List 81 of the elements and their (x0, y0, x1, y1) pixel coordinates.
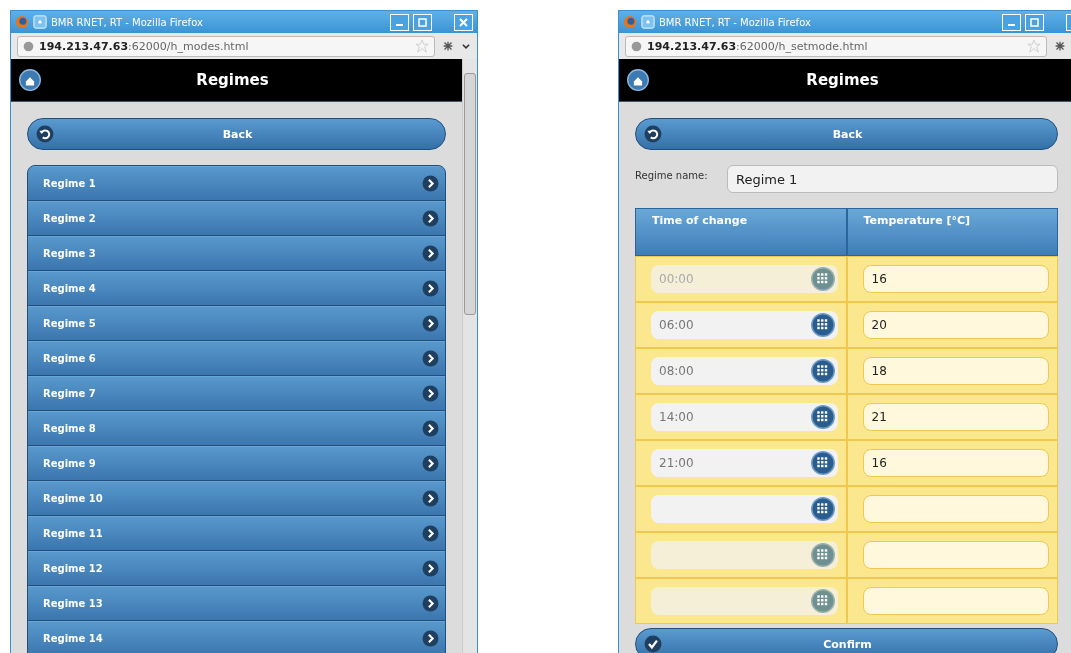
regime-item[interactable]: Regime 12 (28, 551, 445, 586)
regime-item[interactable]: Regime 4 (28, 271, 445, 306)
temperature-field[interactable]: 16 (862, 449, 1049, 477)
time-field[interactable]: 06:00 (651, 311, 838, 339)
minimize-icon (1008, 24, 1015, 26)
close-icon (459, 17, 468, 27)
window-title: BMR RNET, RT - Mozilla Firefox (659, 16, 812, 28)
grid-icon (810, 267, 835, 291)
window-title: BMR RNET, RT - Mozilla Firefox (51, 16, 204, 28)
chevron-right-icon (422, 385, 439, 402)
regime-item[interactable]: Regime 3 (28, 236, 445, 271)
field-label: Regime name: (635, 169, 709, 181)
regime-item[interactable]: Regime 1 (28, 166, 445, 201)
star-icon (1027, 39, 1041, 53)
maximize-icon (418, 17, 427, 27)
regime-item[interactable]: Regime 8 (28, 411, 445, 446)
chevron-right-icon (422, 210, 439, 227)
home-icon (627, 69, 649, 91)
chevron-down-icon (461, 41, 471, 51)
temperature-field[interactable]: 18 (862, 357, 1049, 385)
name-field[interactable]: Regime 1 (727, 165, 1058, 193)
time-field[interactable]: 08:00 (651, 357, 838, 385)
regime-item[interactable]: Regime 2 (28, 201, 445, 236)
temperature-field[interactable]: 20 (862, 311, 1049, 339)
home-icon (19, 69, 41, 91)
grid-icon (810, 543, 835, 567)
page-title: Regimes (805, 71, 880, 89)
maximize-button[interactable] (1025, 13, 1044, 31)
address-bar[interactable]: 194.213.47.63:62000/h_modes.html (17, 35, 435, 57)
chevron-right-icon (422, 315, 439, 332)
regime-item[interactable]: Regime 7 (28, 376, 445, 411)
chevron-right-icon (422, 420, 439, 437)
temperature-field[interactable] (862, 587, 1049, 615)
regime-item[interactable]: Regime 11 (28, 516, 445, 551)
maximize-icon (1030, 17, 1039, 27)
url-text: 194.213.47.63:62000/h_modes.html (39, 39, 250, 53)
time-field[interactable]: 21:00 (651, 449, 838, 477)
temperature-field[interactable] (862, 541, 1049, 569)
grid-icon (810, 497, 835, 521)
chevron-right-icon (422, 490, 439, 507)
column-header: Temperature [°C] (846, 208, 1058, 256)
regime-item[interactable]: Regime 6 (28, 341, 445, 376)
chevron-right-icon (422, 560, 439, 577)
regime-item[interactable]: Regime 10 (28, 481, 445, 516)
chevron-right-icon (422, 455, 439, 472)
tab-icon (641, 15, 655, 29)
time-field[interactable]: 14:00 (651, 403, 838, 431)
grid-icon (810, 589, 835, 613)
chevron-right-icon (422, 525, 439, 542)
chevron-right-icon (422, 630, 439, 647)
grid-icon (810, 405, 835, 429)
star-icon (415, 39, 429, 53)
check-icon (644, 635, 662, 653)
chevron-right-icon (422, 245, 439, 262)
chevron-right-icon (422, 350, 439, 367)
minimize-button[interactable] (1002, 13, 1021, 31)
temperature-field[interactable]: 21 (862, 403, 1049, 431)
url-text: 194.213.47.63:62000/h_setmode.html (647, 39, 869, 53)
minimize-icon (396, 24, 403, 26)
time-field[interactable] (651, 495, 838, 523)
grid-icon (810, 359, 835, 383)
grid-icon (810, 313, 835, 337)
tab-icon (33, 15, 47, 29)
chevron-right-icon (422, 595, 439, 612)
back-button[interactable]: Back (635, 118, 1058, 150)
page-title: Regimes (195, 71, 270, 89)
regime-item[interactable]: Regime 5 (28, 306, 445, 341)
minimize-button[interactable] (390, 13, 409, 31)
column-header: Time of change (635, 208, 847, 256)
back-button[interactable]: Back (27, 118, 446, 150)
address-bar[interactable]: 194.213.47.63:62000/h_setmode.html (625, 35, 1047, 57)
grid-icon (810, 451, 835, 475)
confirm-button[interactable]: Confirm (635, 628, 1058, 653)
chevron-right-icon (422, 175, 439, 192)
regime-item[interactable]: Regime 13 (28, 586, 445, 621)
scrollbar[interactable] (462, 59, 477, 653)
chevron-right-icon (422, 280, 439, 297)
regime-item[interactable]: Regime 9 (28, 446, 445, 481)
temperature-field[interactable] (862, 495, 1049, 523)
close-button[interactable] (454, 13, 473, 31)
maximize-button[interactable] (413, 13, 432, 31)
